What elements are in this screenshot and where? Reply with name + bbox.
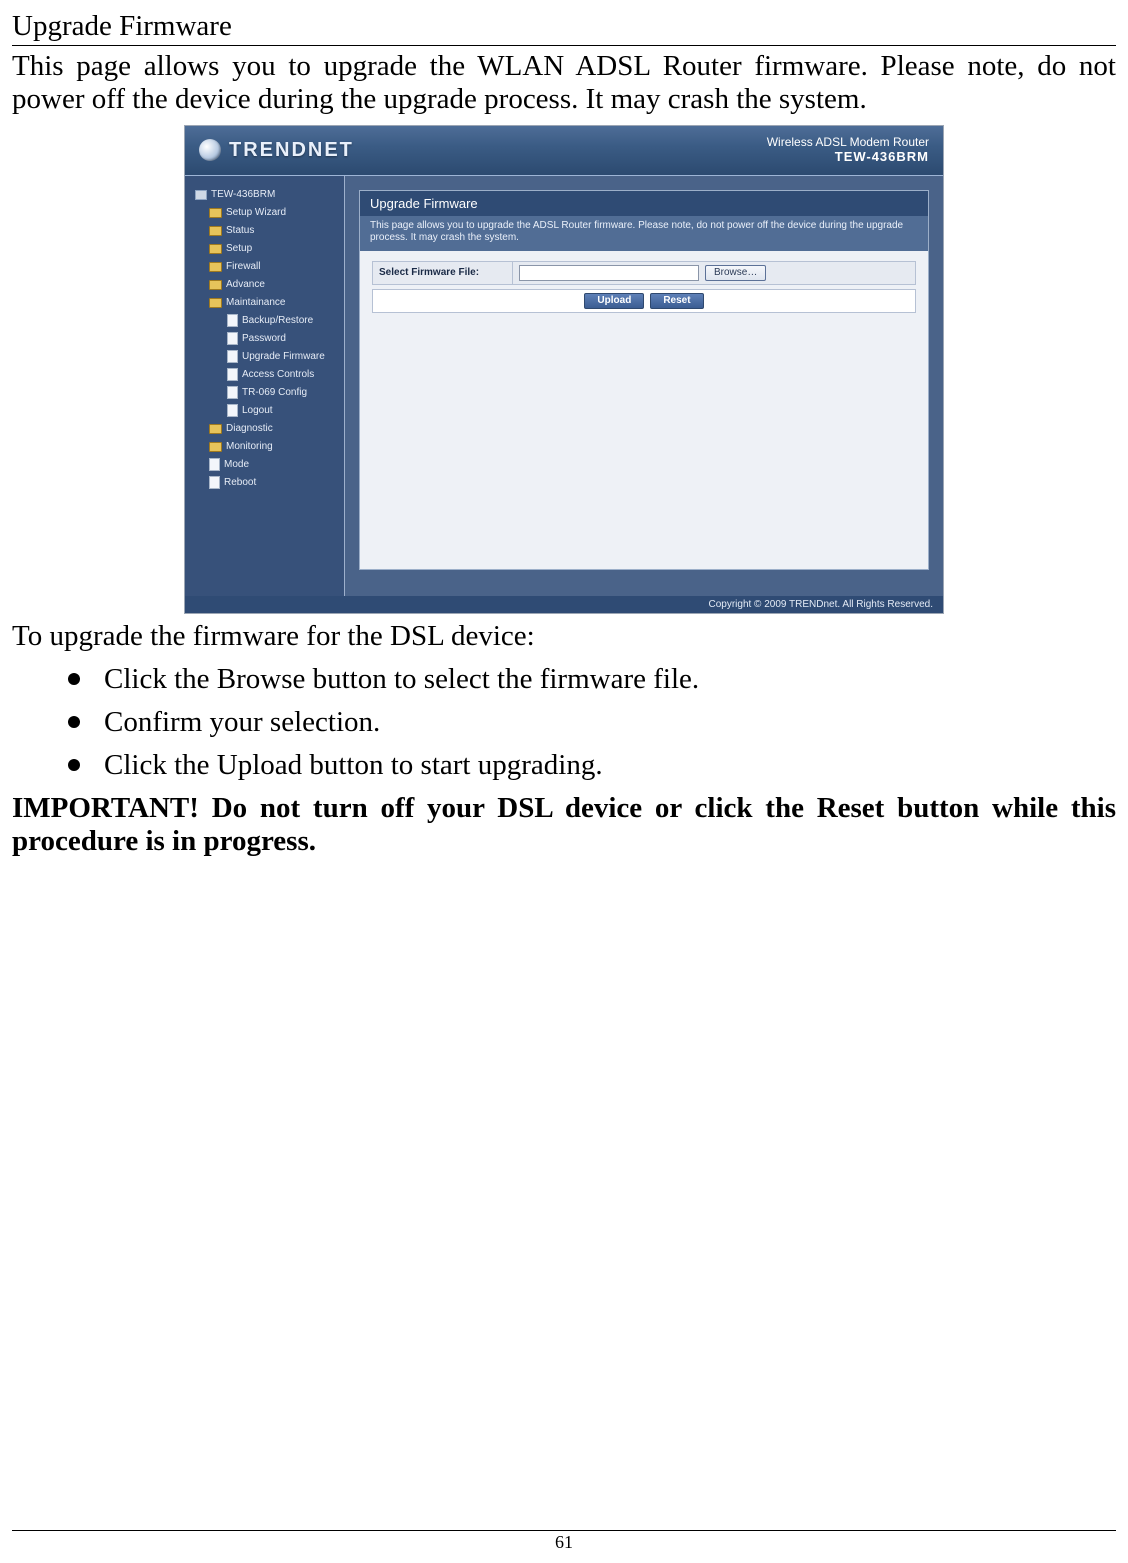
- important-note: IMPORTANT! Do not turn off your DSL devi…: [12, 792, 1116, 858]
- sidebar-item-password[interactable]: Password: [227, 330, 338, 348]
- upgrade-panel: Upgrade Firmware This page allows you to…: [359, 190, 929, 570]
- reset-button[interactable]: Reset: [650, 293, 703, 309]
- folder-icon: [209, 244, 222, 254]
- bullet-item: Click the Upload button to start upgradi…: [68, 749, 1116, 782]
- sidebar-item-label: Mode: [224, 456, 249, 474]
- upload-button[interactable]: Upload: [584, 293, 644, 309]
- section-title: Upgrade Firmware: [12, 10, 1116, 43]
- sidebar-item-label: Setup: [226, 240, 252, 258]
- action-row: Upload Reset: [372, 289, 916, 313]
- sidebar-item-label: Diagnostic: [226, 420, 273, 438]
- sidebar-item-access-controls[interactable]: Access Controls: [227, 366, 338, 384]
- file-row: Select Firmware File: Browse…: [372, 261, 916, 285]
- sidebar-item-label: Setup Wizard: [226, 204, 286, 222]
- sidebar-item-label: Advance: [226, 276, 265, 294]
- brand-area: TRENDNET: [199, 139, 354, 162]
- sidebar-item-label: Monitoring: [226, 438, 273, 456]
- page-icon: [227, 332, 238, 345]
- page-number: 61: [0, 1532, 1128, 1553]
- section-rule: [12, 45, 1116, 46]
- bullet-item: Click the Browse button to select the fi…: [68, 663, 1116, 696]
- page-icon: [227, 314, 238, 327]
- device-icon: [195, 190, 207, 200]
- router-header: TRENDNET Wireless ADSL Modem Router TEW-…: [185, 126, 943, 176]
- globe-icon: [199, 139, 221, 161]
- sidebar: TEW-436BRM Setup Wizard Status Setup Fir…: [185, 176, 345, 596]
- intro-paragraph: This page allows you to upgrade the WLAN…: [12, 50, 1116, 117]
- folder-icon: [209, 442, 222, 452]
- router-footer: Copyright © 2009 TRENDnet. All Rights Re…: [185, 596, 943, 613]
- page-icon: [227, 404, 238, 417]
- form-area: Select Firmware File: Browse… Upload Res…: [360, 251, 928, 327]
- sidebar-item-label: Logout: [242, 402, 273, 420]
- page-icon: [227, 386, 238, 399]
- after-figure-text: To upgrade the firmware for the DSL devi…: [12, 620, 1116, 653]
- product-line1: Wireless ADSL Modem Router: [767, 136, 929, 150]
- sidebar-item-label: Password: [242, 330, 286, 348]
- product-line2: TEW-436BRM: [767, 150, 929, 165]
- sidebar-item-label: Firewall: [226, 258, 260, 276]
- main-panel-area: Upgrade Firmware This page allows you to…: [345, 176, 943, 596]
- sidebar-item-reboot[interactable]: Reboot: [209, 474, 338, 492]
- figure-container: TRENDNET Wireless ADSL Modem Router TEW-…: [12, 125, 1116, 614]
- folder-icon: [209, 226, 222, 236]
- router-screenshot: TRENDNET Wireless ADSL Modem Router TEW-…: [184, 125, 944, 614]
- folder-icon: [209, 208, 222, 218]
- sidebar-item-setup-wizard[interactable]: Setup Wizard: [209, 204, 338, 222]
- footer-rule: [12, 1530, 1116, 1531]
- sidebar-item-setup[interactable]: Setup: [209, 240, 338, 258]
- sidebar-item-status[interactable]: Status: [209, 222, 338, 240]
- sidebar-item-backup-restore[interactable]: Backup/Restore: [227, 312, 338, 330]
- sidebar-item-advance[interactable]: Advance: [209, 276, 338, 294]
- browse-button[interactable]: Browse…: [705, 265, 766, 281]
- page-icon: [209, 458, 220, 471]
- sidebar-item-diagnostic[interactable]: Diagnostic: [209, 420, 338, 438]
- brand-name: TRENDNET: [229, 139, 354, 162]
- sidebar-item-monitoring[interactable]: Monitoring: [209, 438, 338, 456]
- folder-icon: [209, 424, 222, 434]
- file-label: Select Firmware File:: [373, 262, 513, 284]
- page-icon: [227, 368, 238, 381]
- folder-icon: [209, 262, 222, 272]
- sidebar-item-label: Maintainance: [226, 294, 285, 312]
- sidebar-item-label: Upgrade Firmware: [242, 348, 325, 366]
- sidebar-item-label: Backup/Restore: [242, 312, 313, 330]
- sidebar-item-upgrade-firmware[interactable]: Upgrade Firmware: [227, 348, 338, 366]
- panel-description: This page allows you to upgrade the ADSL…: [360, 216, 928, 251]
- sidebar-root-label: TEW-436BRM: [211, 186, 275, 204]
- router-body: TEW-436BRM Setup Wizard Status Setup Fir…: [185, 176, 943, 596]
- folder-open-icon: [209, 298, 222, 308]
- bullet-list: Click the Browse button to select the fi…: [68, 663, 1116, 782]
- bullet-item: Confirm your selection.: [68, 706, 1116, 739]
- sidebar-item-maintainance[interactable]: Maintainance: [209, 294, 338, 312]
- sidebar-item-label: Access Controls: [242, 366, 314, 384]
- folder-icon: [209, 280, 222, 290]
- sidebar-item-label: TR-069 Config: [242, 384, 307, 402]
- sidebar-item-mode[interactable]: Mode: [209, 456, 338, 474]
- action-cell: Upload Reset: [373, 290, 915, 312]
- file-input-cell: Browse…: [513, 262, 915, 284]
- sidebar-root[interactable]: TEW-436BRM: [195, 186, 338, 204]
- firmware-file-input[interactable]: [519, 265, 699, 281]
- sidebar-item-tr069[interactable]: TR-069 Config: [227, 384, 338, 402]
- page-icon: [209, 476, 220, 489]
- sidebar-item-firewall[interactable]: Firewall: [209, 258, 338, 276]
- sidebar-item-label: Status: [226, 222, 254, 240]
- sidebar-item-logout[interactable]: Logout: [227, 402, 338, 420]
- panel-title: Upgrade Firmware: [360, 191, 928, 216]
- page-icon: [227, 350, 238, 363]
- product-label: Wireless ADSL Modem Router TEW-436BRM: [767, 136, 929, 165]
- sidebar-item-label: Reboot: [224, 474, 256, 492]
